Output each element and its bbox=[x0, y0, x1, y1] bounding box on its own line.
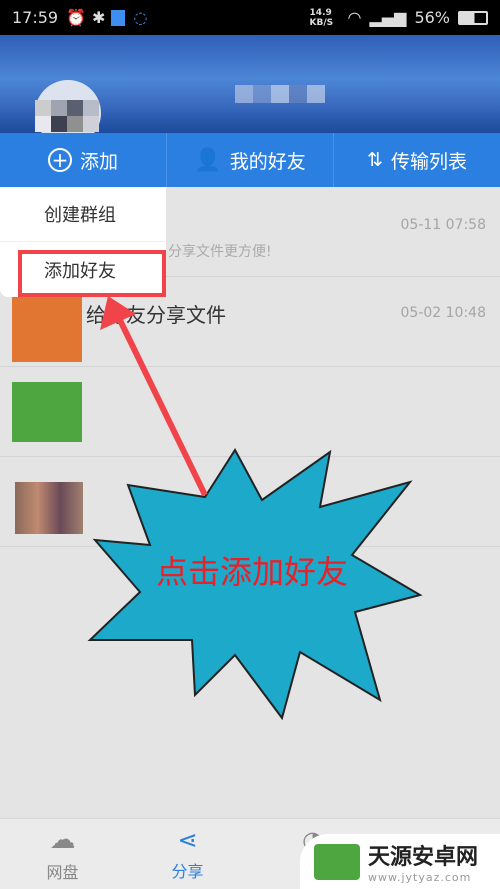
watermark-url: www.jytyaz.com bbox=[368, 871, 472, 884]
nav-label: 网盘 bbox=[46, 863, 79, 882]
arrow-head-icon bbox=[100, 296, 136, 330]
share-icon: ⋖ bbox=[177, 826, 198, 854]
annotation-text: 点击添加好友 bbox=[156, 553, 349, 591]
watermark-logo-icon bbox=[314, 843, 360, 880]
annotation-overlay bbox=[87, 296, 423, 721]
nav-cloud-drive[interactable]: ☁ 网盘 bbox=[0, 819, 125, 889]
watermark-name: 天源安卓网 bbox=[368, 845, 479, 870]
cloud-icon: ☁ bbox=[49, 825, 76, 855]
arrow-line bbox=[115, 314, 208, 497]
nav-label: 分享 bbox=[171, 862, 204, 881]
nav-share[interactable]: ⋖ 分享 bbox=[125, 819, 250, 889]
watermark: 天源安卓网 www.jytyaz.com bbox=[300, 834, 500, 889]
